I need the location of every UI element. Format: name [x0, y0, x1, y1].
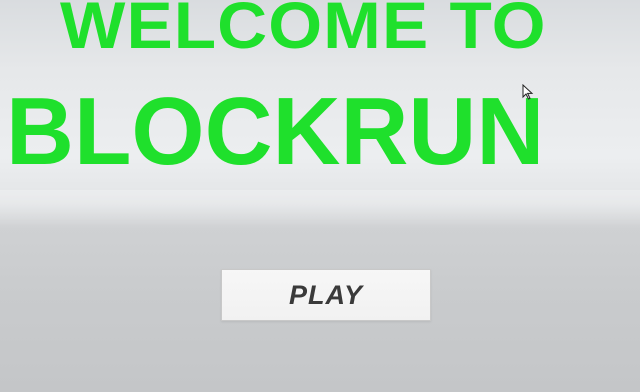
game-start-screen: WELCOME TO BLOCKRUN PLAY	[0, 0, 640, 392]
welcome-title-line: WELCOME TO	[60, 0, 547, 62]
screen-glare	[0, 190, 640, 230]
play-button-label: PLAY	[288, 279, 363, 310]
game-title: BLOCKRUN	[6, 78, 545, 185]
play-button[interactable]: PLAY	[221, 269, 431, 321]
arrow-cursor-icon	[522, 84, 534, 100]
